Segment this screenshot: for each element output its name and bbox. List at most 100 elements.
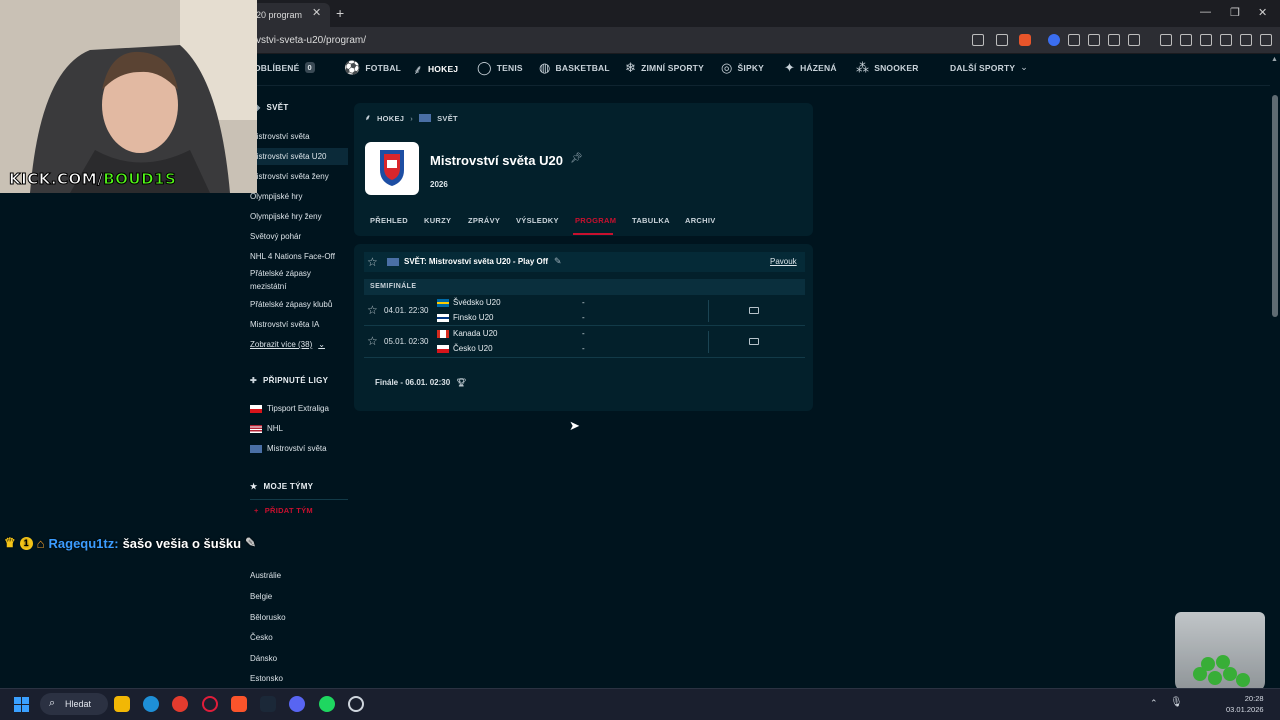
new-tab-icon[interactable]: + <box>336 5 344 21</box>
hockey-stick-icon: ⸙ <box>365 113 371 122</box>
country-item[interactable]: Austrálie <box>250 569 281 582</box>
chat-message: šašo vešia o šušku <box>122 535 242 551</box>
close-tab-icon[interactable]: ✕ <box>312 6 321 19</box>
sidebar-item[interactable]: NHL 4 Nations Face-Off <box>250 250 335 263</box>
puzzle-icon[interactable] <box>1108 34 1120 46</box>
scroll-up-arrow-icon[interactable]: ▲ <box>1271 56 1278 63</box>
chat-message-overlay: ♛ 1 ⌂ Ragequ1tz: šašo vešia o šušku ✎ <box>4 535 256 551</box>
settings-icon[interactable] <box>348 696 364 712</box>
country-item[interactable]: Bělorusko <box>250 611 286 624</box>
tab-tabulka[interactable]: TABULKA <box>632 216 670 225</box>
sidebar-item[interactable]: Světový pohár <box>250 230 301 243</box>
soccer-ball-icon: ⚽ <box>344 60 361 75</box>
away-score: - <box>582 313 585 322</box>
sidebar-item[interactable]: Přátelské zápasy mezistátní <box>250 267 340 293</box>
pin-icon[interactable]: 📌︎ <box>570 153 583 164</box>
close-window-icon[interactable]: ✕ <box>1258 6 1267 19</box>
url-field[interactable]: vstvi-sveta-u20/program/ <box>256 35 366 46</box>
chevron-down-icon: ⌄ <box>1020 62 1028 72</box>
breadcrumb-svet[interactable]: SVĚT <box>437 114 458 123</box>
tab-zpravy[interactable]: ZPRÁVY <box>468 216 500 225</box>
edge-icon[interactable] <box>143 696 159 712</box>
sidebar-icon[interactable] <box>1180 34 1192 46</box>
sidebar-item[interactable]: Mistrovství světa <box>250 130 310 143</box>
nav-more-sports[interactable]: DALŠÍ SPORTY ⌄ <box>950 62 1028 73</box>
file-explorer-icon[interactable] <box>114 696 130 712</box>
tab-archiv[interactable]: ARCHIV <box>685 216 716 225</box>
nav-zimni-sporty[interactable]: ❄ ZIMNÍ SPORTY <box>625 60 704 76</box>
tab-vysledky[interactable]: VÝSLEDKY <box>516 216 559 225</box>
share-icon[interactable] <box>996 34 1008 46</box>
country-item[interactable]: Belgie <box>250 590 272 603</box>
show-more-link[interactable]: Zobrazit více (38) ⌄ <box>250 338 325 351</box>
add-team-label: PŘIDAT TÝM <box>264 506 313 515</box>
sidebar-item[interactable]: Mistrovství světa ženy <box>250 170 329 183</box>
star-outline-icon[interactable]: ☆ <box>367 334 378 348</box>
kick-channel-watermark: KICK.COM/BOUD1S <box>8 170 176 189</box>
sidebar-item[interactable]: Olympijské hry ženy <box>250 210 322 223</box>
star-outline-icon[interactable]: ☆ <box>367 255 378 269</box>
tab-prehled[interactable]: PŘEHLED <box>370 216 408 225</box>
nav-basketbal[interactable]: ◍ BASKETBAL <box>539 60 610 76</box>
plus-icon: + <box>254 506 259 515</box>
country-item[interactable]: Dánsko <box>250 652 277 665</box>
spotify-icon[interactable] <box>319 696 335 712</box>
country-item[interactable]: Estonsko <box>250 672 283 685</box>
pinned-league-item[interactable]: Mistrovství světa <box>250 444 327 453</box>
chevron-up-icon[interactable]: ⌃ <box>1150 698 1158 709</box>
steam-icon[interactable] <box>260 696 276 712</box>
maximize-icon[interactable]: ❐ <box>1230 6 1240 19</box>
sidebar-item[interactable]: Mistrovství světa IA <box>250 318 319 331</box>
microphone-icon[interactable]: 🎙︎ <box>1170 697 1183 708</box>
nav-fotbal[interactable]: ⚽ FOTBAL <box>344 60 401 76</box>
nav-hokej-label: HOKEJ <box>427 64 459 74</box>
chrome-icon[interactable] <box>172 696 188 712</box>
sidebar-item[interactable]: Olympijské hry <box>250 190 302 203</box>
tab-kurzy[interactable]: KURZY <box>424 216 451 225</box>
extension-icon[interactable] <box>1088 34 1100 46</box>
windows-start-icon[interactable] <box>14 697 29 712</box>
opera-icon[interactable] <box>202 696 218 712</box>
minimize-icon[interactable]: — <box>1200 6 1211 18</box>
nav-hokej[interactable]: ⸙ HOKEJ <box>413 60 458 78</box>
cast-icon[interactable] <box>972 34 984 46</box>
taskbar-search[interactable]: ⌕ Hledat <box>40 693 108 715</box>
divider <box>250 499 348 500</box>
music-icon[interactable] <box>1160 34 1172 46</box>
brave-shield-icon[interactable] <box>1019 34 1031 46</box>
bracket-link[interactable]: Pavouk <box>770 257 797 266</box>
menu-icon[interactable] <box>1260 34 1272 46</box>
pinned-league-item[interactable]: Tipsport Extraliga <box>250 404 329 413</box>
discord-icon[interactable] <box>289 696 305 712</box>
nav-tenis[interactable]: ◯ TENIS <box>477 60 523 76</box>
nav-favorites[interactable]: OBLÍBENÉ 0 <box>254 62 315 73</box>
vpn-icon[interactable] <box>1240 34 1252 46</box>
star-outline-icon[interactable]: ☆ <box>367 303 378 317</box>
canada-flag-icon <box>437 330 449 338</box>
scroll-thumb[interactable] <box>1272 95 1278 317</box>
pin-icon[interactable]: ✎ <box>554 256 562 267</box>
extension-icon[interactable] <box>1128 34 1140 46</box>
wallet-icon[interactable] <box>1200 34 1212 46</box>
taskbar-clock[interactable]: 20:28 03.01.2026 <box>1226 693 1264 715</box>
extension-icon[interactable] <box>1068 34 1080 46</box>
brave-browser-icon[interactable] <box>231 696 247 712</box>
sidebar-item[interactable]: Přátelské zápasy klubů <box>250 298 332 311</box>
competition-logo <box>365 142 419 195</box>
sidebar-item-active[interactable]: Mistrovství světa U20 <box>250 148 348 165</box>
tv-icon[interactable] <box>749 338 759 345</box>
extension-blue-icon[interactable] <box>1048 34 1060 46</box>
nav-sipky[interactable]: ◎ ŠIPKY <box>721 60 764 76</box>
nav-hazena[interactable]: ✦ HÁZENÁ <box>784 60 837 76</box>
nav-snooker[interactable]: ⁂ SNOOKER <box>856 60 919 76</box>
sidebar-section-title: ◈ SVĚT <box>254 103 289 112</box>
league-name[interactable]: SVĚT: Mistrovství světa U20 - Play Off <box>404 257 548 266</box>
add-team-button[interactable]: + PŘIDAT TÝM <box>254 506 313 515</box>
leo-ai-icon[interactable] <box>1220 34 1232 46</box>
pinned-league-item[interactable]: NHL <box>250 424 283 433</box>
tv-icon[interactable] <box>749 307 759 314</box>
tab-program[interactable]: PROGRAM <box>575 216 616 225</box>
breadcrumb-hokej[interactable]: HOKEJ <box>377 114 404 123</box>
final-info[interactable]: Finále - 06.01. 02:30 🏆︎ <box>375 378 466 387</box>
country-item[interactable]: Česko <box>250 631 273 644</box>
